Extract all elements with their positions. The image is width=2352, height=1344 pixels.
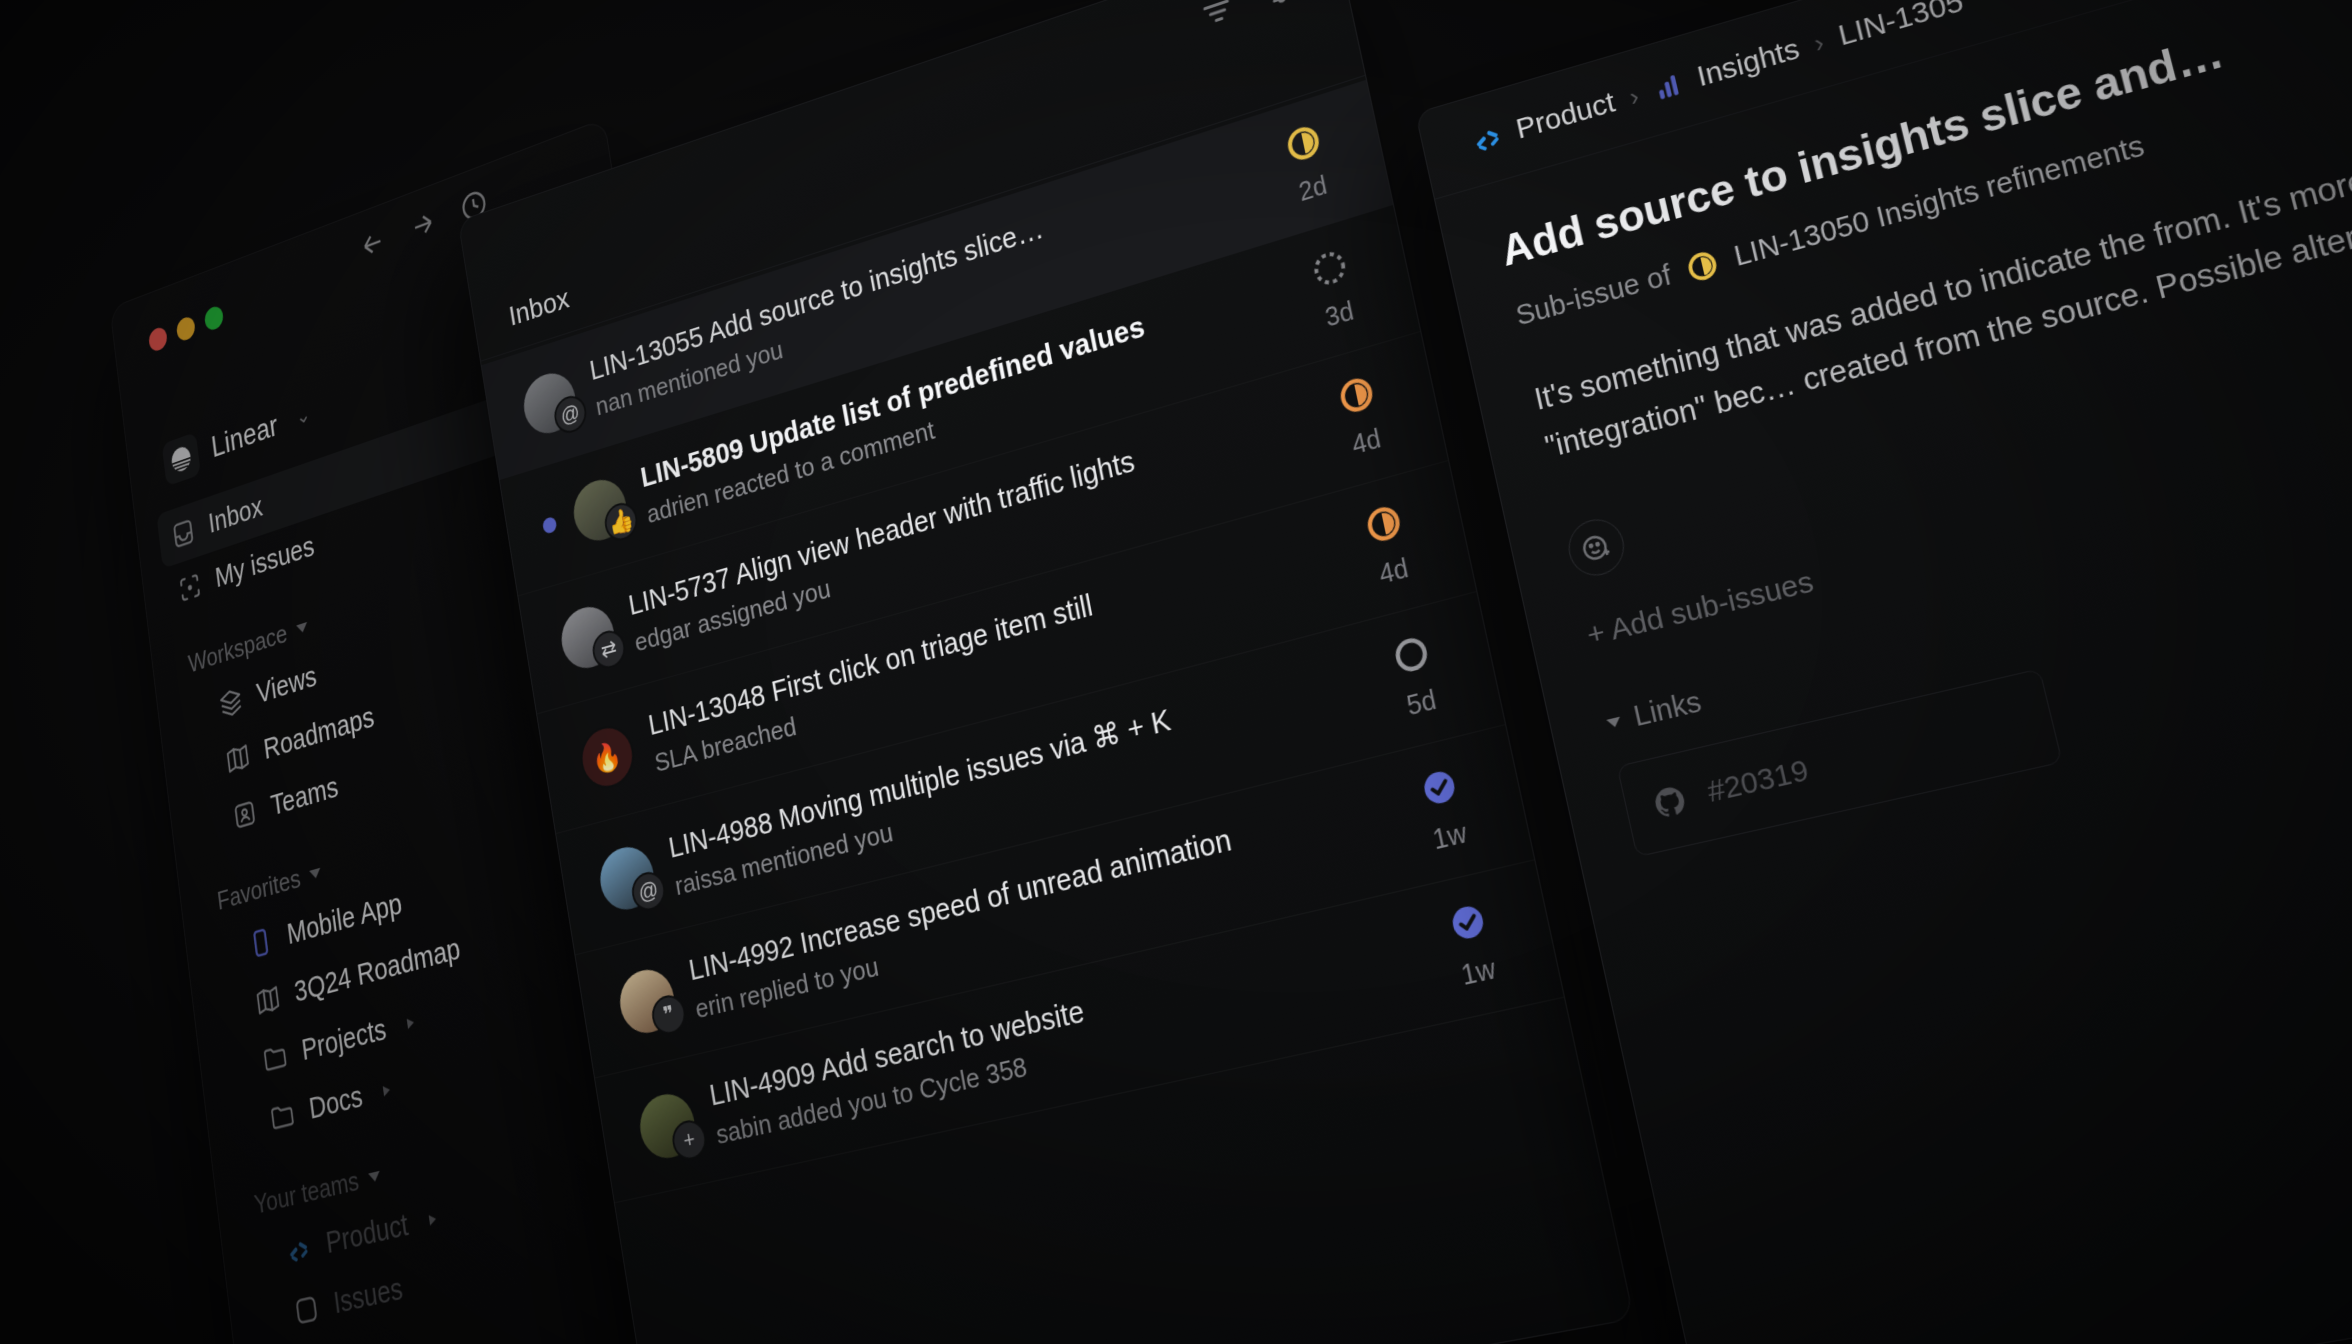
avatar-group: ❞ bbox=[615, 964, 689, 1039]
mobile-app-icon bbox=[246, 924, 275, 962]
workspace-name: Linear bbox=[209, 408, 280, 465]
links-label: Links bbox=[1630, 686, 1705, 734]
minimize-window-button[interactable] bbox=[175, 314, 197, 343]
avatar-group: + bbox=[635, 1088, 709, 1164]
folder-icon bbox=[261, 1039, 290, 1078]
row-timestamp: 4d bbox=[1376, 553, 1411, 591]
status-in-progress-icon bbox=[1334, 370, 1380, 420]
github-icon bbox=[1652, 785, 1687, 819]
inbox-icon bbox=[170, 515, 197, 553]
linear-mark bbox=[168, 444, 194, 476]
chevron-down-icon bbox=[309, 867, 322, 880]
app-mockup-stage: Linear ⌄ Inbox 1 My issues Workspace Vie… bbox=[0, 0, 2352, 1344]
breadcrumb-item-issue-id[interactable]: LIN-1305 bbox=[1835, 0, 1967, 53]
row-meta: 3d bbox=[1284, 236, 1386, 342]
roadmaps-icon bbox=[224, 739, 252, 777]
row-timestamp: 1w bbox=[1458, 953, 1499, 992]
row-meta: 4d bbox=[1337, 492, 1441, 599]
product-team-icon bbox=[1476, 130, 1500, 151]
row-timestamp: 1w bbox=[1430, 817, 1470, 856]
chevron-down-icon bbox=[1606, 716, 1622, 729]
row-timestamp: 3d bbox=[1322, 296, 1357, 333]
maximize-window-button[interactable] bbox=[203, 303, 225, 333]
avatar-group: @ bbox=[519, 366, 589, 440]
row-timestamp: 4d bbox=[1349, 423, 1384, 461]
insights-bars-icon bbox=[1658, 74, 1679, 100]
chevron-right-icon[interactable] bbox=[382, 1084, 391, 1097]
row-meta: 2d bbox=[1258, 111, 1358, 217]
status-in-progress-icon bbox=[1281, 119, 1326, 168]
row-timestamp: 2d bbox=[1296, 170, 1330, 208]
status-done-icon bbox=[1449, 903, 1486, 942]
link-label: #20319 bbox=[1704, 753, 1812, 810]
status-in-progress-icon bbox=[1682, 245, 1723, 287]
product-team-icon bbox=[289, 1241, 309, 1263]
teams-icon bbox=[231, 795, 259, 833]
roadmap-icon bbox=[253, 981, 282, 1020]
sidebar-item-label: Teams bbox=[269, 770, 340, 822]
row-meta: 1w bbox=[1419, 892, 1527, 999]
display-options-icon[interactable] bbox=[1263, 0, 1305, 13]
sub-issue-label: Sub-issue of bbox=[1513, 259, 1675, 332]
sidebar-item-label: Product bbox=[324, 1208, 410, 1260]
sidebar-item-label: Issues bbox=[331, 1271, 405, 1321]
issues-icon bbox=[292, 1291, 322, 1330]
status-done-icon bbox=[1421, 768, 1458, 807]
sla-breached-flame-icon: 🔥 bbox=[576, 720, 639, 794]
sidebar-item-label: Inbox bbox=[206, 490, 265, 540]
avatar-group: 🔥 bbox=[576, 720, 639, 794]
breadcrumb-item-insights[interactable]: Insights bbox=[1650, 33, 1803, 107]
chevron-down-icon[interactable] bbox=[428, 1213, 437, 1226]
avatar-group: ⇄ bbox=[557, 600, 628, 675]
avatar-group: 👍 bbox=[569, 473, 640, 547]
add-reaction-button[interactable] bbox=[1563, 513, 1630, 582]
row-meta: 1w bbox=[1391, 756, 1497, 863]
sidebar-item-label: Docs bbox=[307, 1079, 365, 1126]
unread-dot-icon bbox=[541, 515, 558, 535]
status-in-progress-icon bbox=[1361, 499, 1407, 549]
sidebar-item-label: Views bbox=[254, 660, 319, 710]
chevron-down-icon bbox=[367, 1170, 381, 1183]
status-backlog-icon bbox=[1307, 243, 1352, 293]
chevron-down-icon bbox=[295, 622, 308, 635]
views-icon bbox=[217, 684, 245, 722]
breadcrumb-label: Insights bbox=[1694, 32, 1803, 94]
row-meta: 4d bbox=[1310, 363, 1413, 469]
my-issues-icon bbox=[176, 569, 204, 607]
folder-icon bbox=[268, 1097, 297, 1136]
status-todo-icon bbox=[1388, 630, 1435, 680]
row-meta: 5d bbox=[1364, 623, 1469, 730]
sidebar-item-label: Projects bbox=[299, 1012, 389, 1067]
add-reaction-icon bbox=[1576, 527, 1616, 568]
filter-icon[interactable] bbox=[1197, 0, 1238, 35]
breadcrumb-separator: › bbox=[1626, 80, 1642, 112]
breadcrumb-separator: › bbox=[1811, 26, 1827, 59]
linear-logo-icon bbox=[161, 431, 201, 487]
close-window-button[interactable] bbox=[147, 325, 169, 354]
row-timestamp: 5d bbox=[1404, 684, 1439, 722]
avatar-group: @ bbox=[595, 841, 668, 916]
breadcrumb-label: Product bbox=[1513, 86, 1619, 146]
chevron-down-icon[interactable]: ⌄ bbox=[294, 401, 311, 430]
breadcrumb-item-product[interactable]: Product bbox=[1468, 86, 1618, 159]
chevron-right-icon[interactable] bbox=[406, 1017, 415, 1030]
